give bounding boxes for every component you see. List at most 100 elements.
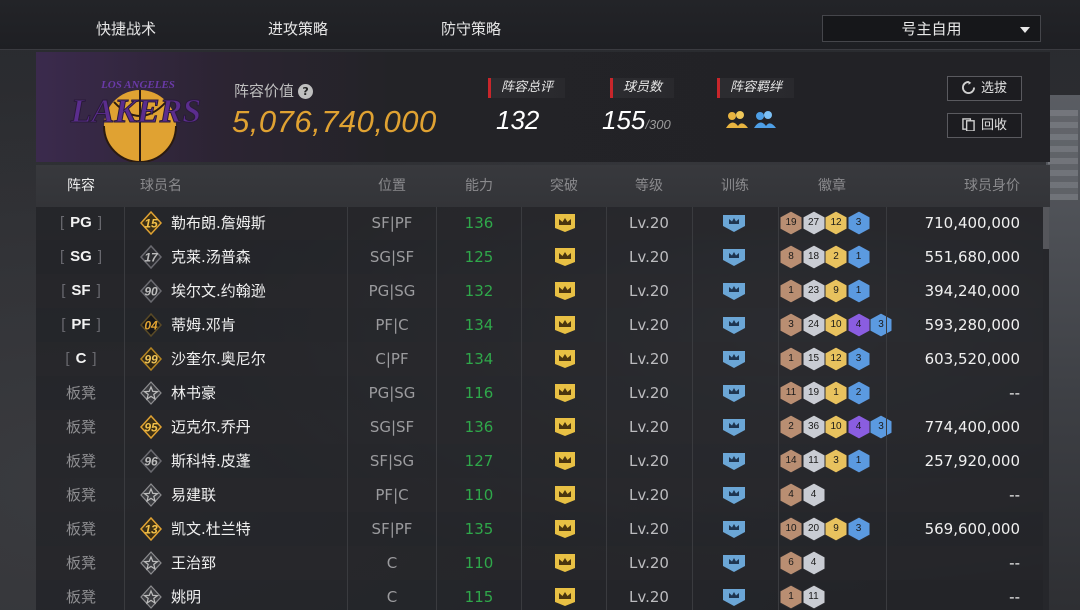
- breakthrough-crown-icon[interactable]: [554, 485, 576, 505]
- training-icon[interactable]: [722, 247, 746, 267]
- training-icon[interactable]: [722, 485, 746, 505]
- col-header-position[interactable]: 位置: [347, 165, 437, 207]
- player-name[interactable]: 勒布朗.詹姆斯: [171, 207, 341, 240]
- badge-silver[interactable]: 24: [802, 313, 825, 337]
- badge-bronze[interactable]: 14: [780, 449, 802, 473]
- breakthrough-crown-icon[interactable]: [554, 553, 576, 573]
- breakthrough-crown-icon[interactable]: [554, 213, 576, 233]
- col-header-breakthrough[interactable]: 突破: [521, 165, 607, 207]
- player-name[interactable]: 迈克尔.乔丹: [171, 410, 341, 444]
- training-icon[interactable]: [722, 553, 746, 573]
- badge-bronze[interactable]: 3: [780, 313, 802, 337]
- recycle-button[interactable]: 回收: [947, 113, 1022, 138]
- badge-silver[interactable]: 20: [802, 517, 825, 541]
- player-name[interactable]: 沙奎尔.奥尼尔: [171, 342, 341, 376]
- bond-icons[interactable]: [724, 108, 784, 134]
- training-icon[interactable]: [722, 519, 746, 539]
- table-row[interactable]: [C] 99 沙奎尔.奥尼尔 C|PF 134 Lv.20 1 15 12 3 603,520,00…: [36, 342, 1044, 376]
- badge-blue[interactable]: 1: [847, 449, 870, 473]
- player-name[interactable]: 蒂姆.邓肯: [171, 308, 341, 342]
- training-icon[interactable]: [722, 451, 746, 471]
- table-row[interactable]: 板凳 易建联 PF|C 110 Lv.20 4 4 --: [36, 478, 1044, 512]
- badge-silver[interactable]: 19: [802, 381, 825, 405]
- player-name[interactable]: 易建联: [171, 478, 341, 512]
- badge-gold[interactable]: 9: [825, 517, 847, 541]
- tab-quick-tactics[interactable]: 快捷战术: [66, 0, 186, 50]
- badge-blue[interactable]: 3: [847, 517, 870, 541]
- select-button[interactable]: 选拔: [947, 76, 1022, 101]
- training-icon[interactable]: [722, 349, 746, 369]
- breakthrough-crown-icon[interactable]: [554, 519, 576, 539]
- table-scrollbar[interactable]: [1043, 207, 1049, 610]
- badge-bronze[interactable]: 10: [780, 517, 802, 541]
- badge-bronze[interactable]: 1: [780, 279, 802, 303]
- breakthrough-crown-icon[interactable]: [554, 315, 576, 335]
- scrollbar-thumb[interactable]: [1043, 207, 1049, 249]
- badge-gold[interactable]: 12: [825, 347, 847, 371]
- lineup-select-dropdown[interactable]: 号主自用: [822, 15, 1041, 42]
- player-name[interactable]: 凯文.杜兰特: [171, 512, 341, 546]
- badge-silver[interactable]: 27: [802, 211, 825, 235]
- training-icon[interactable]: [722, 587, 746, 607]
- table-row[interactable]: 板凳 96 斯科特.皮蓬 SF|SG 127 Lv.20 14 11 3 1 257,920,000: [36, 444, 1044, 478]
- breakthrough-crown-icon[interactable]: [554, 451, 576, 471]
- player-name[interactable]: 王治郅: [171, 546, 341, 580]
- col-header-price[interactable]: 球员身价: [916, 165, 1020, 207]
- breakthrough-crown-icon[interactable]: [554, 349, 576, 369]
- table-row[interactable]: [PF] 04 蒂姆.邓肯 PF|C 134 Lv.20 3 24 10 4 3 593,280,00…: [36, 308, 1044, 342]
- col-header-ability[interactable]: 能力: [436, 165, 522, 207]
- table-row[interactable]: [PG] 15 勒布朗.詹姆斯 SF|PF 136 Lv.20 19 27 12 3 710,400…: [36, 207, 1044, 240]
- badge-bronze[interactable]: 8: [780, 245, 802, 269]
- table-row[interactable]: 板凳 姚明 C 115 Lv.20 1 11 --: [36, 580, 1044, 610]
- training-icon[interactable]: [722, 213, 746, 233]
- badge-silver[interactable]: 15: [802, 347, 825, 371]
- badge-bronze[interactable]: 1: [780, 585, 802, 609]
- badge-gold[interactable]: 3: [825, 449, 847, 473]
- badge-silver[interactable]: 23: [802, 279, 825, 303]
- badge-blue[interactable]: 3: [847, 347, 870, 371]
- badge-blue[interactable]: 3: [847, 211, 870, 235]
- badge-gold[interactable]: 10: [825, 415, 847, 439]
- badge-silver[interactable]: 4: [802, 483, 825, 507]
- breakthrough-crown-icon[interactable]: [554, 587, 576, 607]
- tab-defense-strategy[interactable]: 防守策略: [411, 0, 531, 50]
- player-name[interactable]: 埃尔文.约翰逊: [171, 274, 341, 308]
- badge-silver[interactable]: 11: [802, 449, 825, 473]
- badge-purple[interactable]: 4: [847, 415, 870, 439]
- badge-gold[interactable]: 12: [825, 211, 847, 235]
- training-icon[interactable]: [722, 315, 746, 335]
- table-row[interactable]: 板凳 王治郅 C 110 Lv.20 6 4 --: [36, 546, 1044, 580]
- training-icon[interactable]: [722, 383, 746, 403]
- badge-gold[interactable]: 9: [825, 279, 847, 303]
- tab-offense-strategy[interactable]: 进攻策略: [238, 0, 358, 50]
- badge-blue[interactable]: 1: [847, 245, 870, 269]
- badge-silver[interactable]: 36: [802, 415, 825, 439]
- player-name[interactable]: 林书豪: [171, 376, 341, 410]
- breakthrough-crown-icon[interactable]: [554, 281, 576, 301]
- badge-blue[interactable]: 1: [847, 279, 870, 303]
- badge-blue[interactable]: 2: [847, 381, 870, 405]
- table-row[interactable]: [SF] 90 埃尔文.约翰逊 PG|SG 132 Lv.20 1 23 9 1 394,240,0…: [36, 274, 1044, 308]
- table-row[interactable]: [SG] 17 克莱.汤普森 SG|SF 125 Lv.20 8 18 2 1 551,680,00…: [36, 240, 1044, 274]
- breakthrough-crown-icon[interactable]: [554, 417, 576, 437]
- badge-bronze[interactable]: 2: [780, 415, 802, 439]
- badge-purple[interactable]: 4: [847, 313, 870, 337]
- col-header-training[interactable]: 训练: [692, 165, 778, 207]
- breakthrough-crown-icon[interactable]: [554, 247, 576, 267]
- table-row[interactable]: 板凳 13 凯文.杜兰特 SF|PF 135 Lv.20 10 20 9 3 569,600,000: [36, 512, 1044, 546]
- help-icon[interactable]: ?: [298, 84, 314, 99]
- col-header-badges[interactable]: 徽章: [778, 165, 886, 207]
- badge-bronze[interactable]: 4: [780, 483, 802, 507]
- badge-gold[interactable]: 2: [825, 245, 847, 269]
- player-name[interactable]: 斯科特.皮蓬: [171, 444, 341, 478]
- badge-bronze[interactable]: 6: [780, 551, 802, 575]
- badge-silver[interactable]: 11: [802, 585, 825, 609]
- badge-silver[interactable]: 4: [802, 551, 825, 575]
- col-header-level[interactable]: 等级: [606, 165, 692, 207]
- player-name[interactable]: 姚明: [171, 580, 341, 610]
- badge-bronze[interactable]: 1: [780, 347, 802, 371]
- player-name[interactable]: 克莱.汤普森: [171, 240, 341, 274]
- badge-bronze[interactable]: 19: [780, 211, 802, 235]
- badge-gold[interactable]: 10: [825, 313, 847, 337]
- badge-gold[interactable]: 1: [825, 381, 847, 405]
